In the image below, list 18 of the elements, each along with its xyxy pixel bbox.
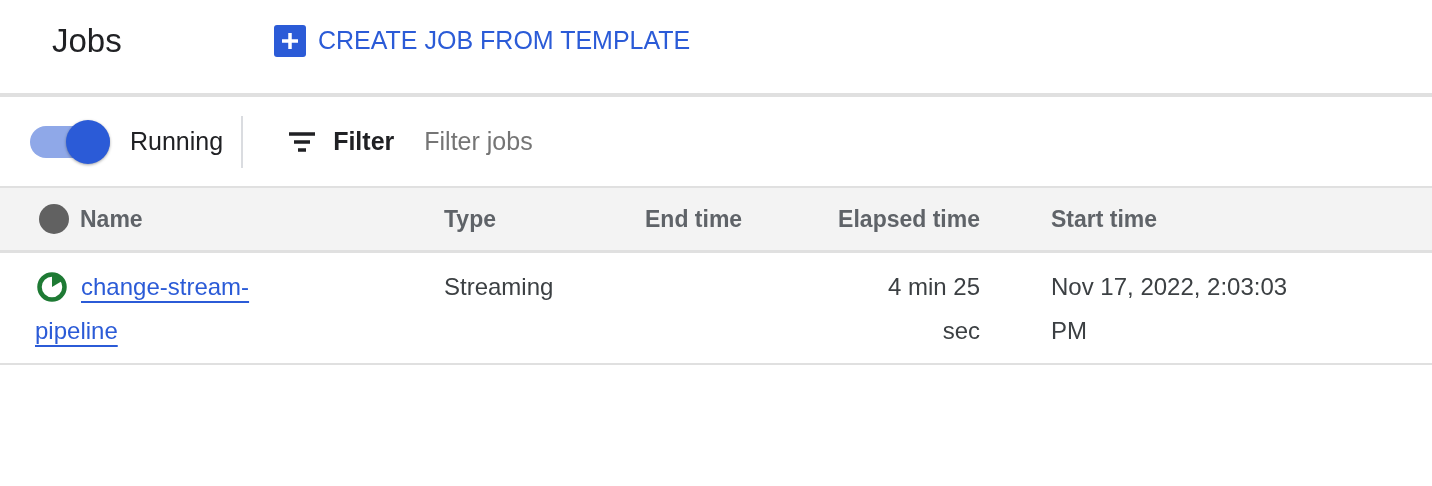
- page-title: Jobs: [52, 21, 123, 60]
- plus-icon: [274, 24, 306, 57]
- column-header[interactable]: Type: [444, 205, 496, 232]
- status-dot-icon: [38, 203, 70, 235]
- table-cell: Streaming: [444, 273, 554, 300]
- column-header[interactable]: End time: [645, 205, 743, 232]
- table-cell-text: Nov 17, 2022, 2:03:03 PM: [1051, 272, 1289, 346]
- job-link[interactable]: change-stream-pipeline: [35, 265, 295, 353]
- filter-button[interactable]: Filter: [287, 127, 395, 156]
- running-toggle[interactable]: Running: [26, 119, 224, 164]
- column-header[interactable]: Elapsed time: [838, 205, 980, 232]
- column-header[interactable]: Start time: [1051, 205, 1158, 232]
- running-status-icon: [35, 270, 69, 304]
- table-cell-text: 4 min 25 sec: [886, 272, 980, 346]
- create-job-button[interactable]: CREATE JOB FROM TEMPLATE: [274, 24, 691, 57]
- column-header[interactable]: Name: [80, 205, 143, 233]
- filter-field[interactable]: Filter jobs: [422, 126, 827, 157]
- filter-icon: [287, 129, 318, 154]
